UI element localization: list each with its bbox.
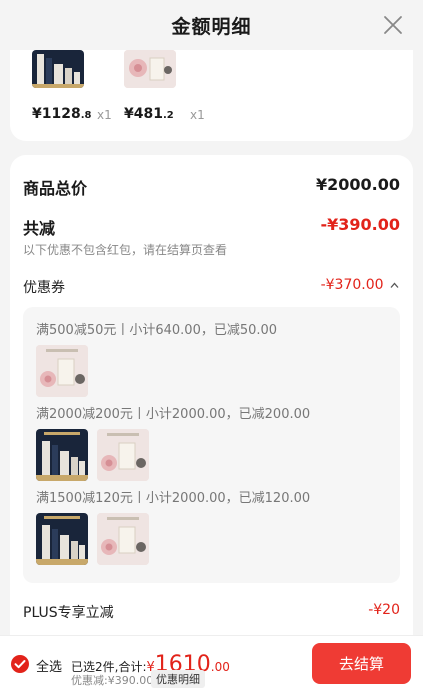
coupon-amount: -¥370.00	[320, 277, 384, 293]
plus-discount-label: PLUS专享立减	[23, 605, 114, 621]
product-thumbnail[interactable]	[36, 513, 88, 565]
coupon-rule: 满1500减120元丨小计2000.00，已减120.00	[36, 491, 311, 506]
product-list-card: ¥1128.8 x1 ¥481.2 x1	[10, 50, 413, 141]
product-thumbnail[interactable]	[97, 513, 149, 565]
reduce-value: -¥390.00	[320, 215, 400, 234]
coupon-detail-box: 满500减50元丨小计640.00，已减50.00 满2000减200元丨小计2…	[23, 307, 400, 583]
close-icon[interactable]	[381, 13, 405, 37]
total-decimals: .00	[210, 660, 230, 674]
item-price-int: ¥1128	[32, 106, 81, 122]
item-price-int: ¥481	[124, 106, 163, 122]
discount-summary: 优惠减:¥390.00	[71, 674, 154, 687]
select-all-checkbox[interactable]	[11, 655, 29, 673]
item-price-dec: .2	[162, 110, 174, 121]
checkout-button[interactable]: 去结算	[312, 643, 411, 684]
plus-discount-value: -¥20	[368, 602, 400, 618]
item-price-dec: .8	[80, 110, 92, 121]
chevron-up-icon	[390, 282, 399, 288]
coupon-rule: 满2000减200元丨小计2000.00，已减200.00	[36, 407, 311, 422]
item-price: ¥1128.8	[32, 106, 91, 122]
coupon-label: 优惠券	[23, 280, 65, 296]
product-thumbnail[interactable]	[36, 429, 88, 481]
discount-detail-button[interactable]: 优惠明细	[151, 670, 205, 688]
product-thumbnail[interactable]	[97, 429, 149, 481]
check-icon	[14, 660, 26, 669]
coupon-rule: 满500减50元丨小计640.00，已减50.00	[36, 323, 278, 338]
discount-note: 以下优惠不包含红包，请在结算页查看	[23, 243, 228, 257]
amount-breakdown-card: 商品总价 ¥2000.00 共减 -¥390.00 以下优惠不包含红包，请在结算…	[10, 155, 413, 635]
sheet-header: 金额明细	[0, 0, 423, 50]
total-label: 商品总价	[23, 179, 88, 198]
total-value: ¥2000.00	[315, 175, 400, 194]
sheet-title: 金额明细	[171, 15, 252, 38]
item-qty: x1	[190, 108, 205, 122]
coupon-value[interactable]: -¥370.00	[321, 277, 399, 293]
item-price: ¥481.2	[124, 106, 174, 122]
checkout-label: 去结算	[338, 655, 384, 673]
product-thumbnail[interactable]	[124, 50, 176, 88]
checkout-bar: 全选 已选2件,合计:¥1610.00 优惠减:¥390.00 优惠明细 去结算	[0, 635, 423, 690]
reduce-label: 共减	[23, 219, 56, 238]
product-thumbnail[interactable]	[36, 345, 88, 397]
product-thumbnail[interactable]	[32, 50, 84, 88]
item-qty: x1	[97, 108, 112, 122]
select-all-label[interactable]: 全选	[36, 656, 62, 675]
